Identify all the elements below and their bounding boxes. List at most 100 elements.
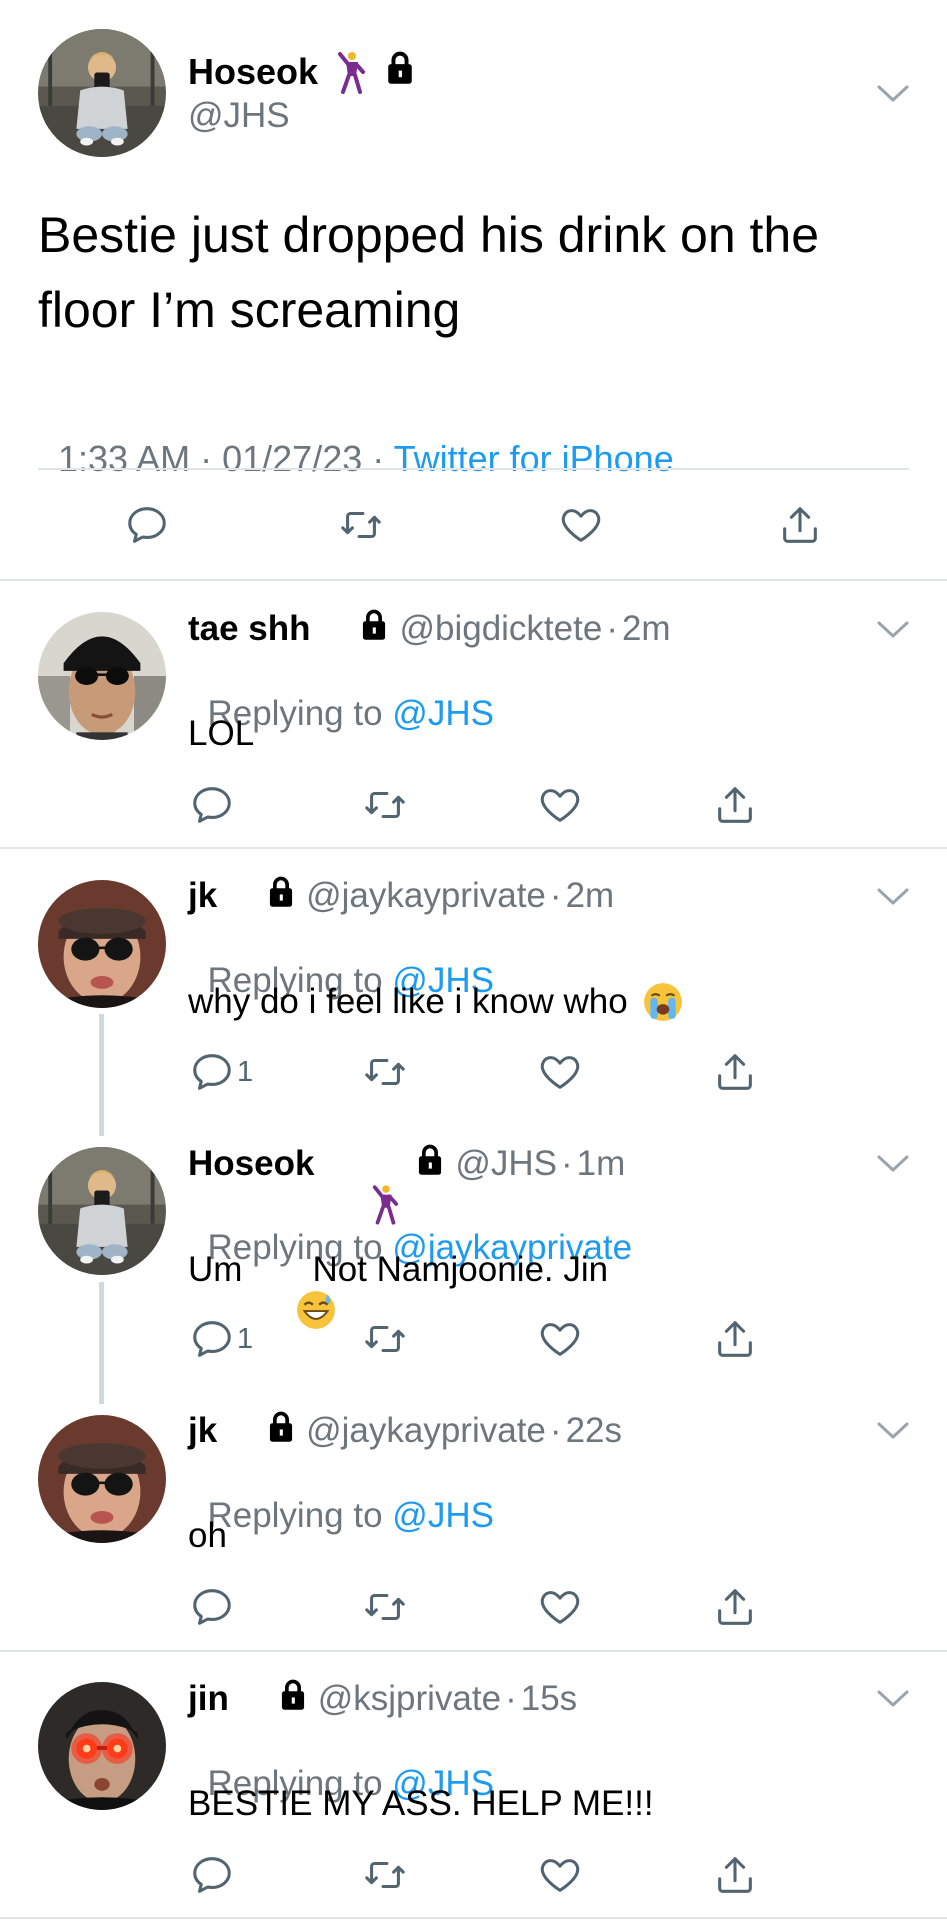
replying-to-link[interactable]: @JHS xyxy=(392,694,494,733)
reply-button[interactable]: 1 xyxy=(189,1314,253,1364)
chevron-down-icon[interactable] xyxy=(876,1154,910,1174)
retweet-icon xyxy=(365,791,405,819)
retweet-button[interactable] xyxy=(338,500,384,550)
reply-author-name[interactable]: tae shh xyxy=(188,609,311,649)
tweet-date[interactable]: 01/27/23 xyxy=(222,438,362,479)
share-button[interactable] xyxy=(712,1850,758,1900)
reply-button[interactable] xyxy=(189,1850,235,1900)
like-button[interactable] xyxy=(537,1047,583,1097)
lock-icon xyxy=(384,51,416,94)
heart-icon xyxy=(540,1591,580,1624)
retweet-icon xyxy=(365,1058,405,1086)
share-button[interactable] xyxy=(712,1047,758,1097)
reply-count: 1 xyxy=(237,1322,254,1355)
retweet-icon xyxy=(341,511,381,539)
reply-3-actions: 1 xyxy=(0,1314,947,1364)
reply-icon xyxy=(193,1321,231,1357)
replying-to-link[interactable]: @JHS xyxy=(392,1496,494,1535)
reply-author-name[interactable]: jk xyxy=(188,876,217,916)
chevron-down-icon[interactable] xyxy=(876,620,910,640)
chevron-down-icon[interactable] xyxy=(876,1421,910,1441)
chevron-down-icon[interactable] xyxy=(876,84,910,104)
tweet-divider xyxy=(0,1917,947,1919)
author-handle[interactable]: @JHS xyxy=(188,96,290,136)
avatar-jin[interactable] xyxy=(38,1682,166,1810)
tweet-source-link[interactable]: Twitter for iPhone xyxy=(394,438,674,479)
retweet-button[interactable] xyxy=(362,1047,408,1097)
heart-icon xyxy=(540,1859,580,1892)
reply-5-actions xyxy=(0,1850,947,1900)
reply-text: BESTIE MY ASS. HELP ME!!! xyxy=(188,1784,654,1823)
reply-text-content: why do i feel like i know who xyxy=(188,982,628,1021)
chevron-down-icon[interactable] xyxy=(876,1689,910,1709)
tweet-time[interactable]: 1:33 AM xyxy=(58,438,190,479)
reply-author-handle[interactable]: @JHS xyxy=(455,1144,557,1184)
share-button[interactable] xyxy=(712,1582,758,1632)
reply-1-header: tae shh @bigdicktete · 2m xyxy=(188,606,671,652)
avatar-jk[interactable] xyxy=(38,880,166,1008)
retweet-icon xyxy=(365,1593,405,1621)
reply-2-actions: 1 xyxy=(0,1047,947,1097)
avatar-hoseok[interactable] xyxy=(38,29,166,157)
reply-author-handle[interactable]: @jaykayprivate xyxy=(306,876,546,916)
share-button[interactable] xyxy=(712,1314,758,1364)
reply-time[interactable]: 15s xyxy=(521,1679,577,1719)
share-button[interactable] xyxy=(777,500,823,550)
reply-1-actions xyxy=(0,780,947,830)
retweet-button[interactable] xyxy=(362,1314,408,1364)
reply-author-handle[interactable]: @bigdicktete xyxy=(399,609,602,649)
avatar-hoseok[interactable] xyxy=(38,1147,166,1275)
retweet-button[interactable] xyxy=(362,1850,408,1900)
reply-author-handle[interactable]: @jaykayprivate xyxy=(306,1411,546,1451)
reply-button[interactable] xyxy=(189,1582,235,1632)
reply-time[interactable]: 2m xyxy=(566,876,615,916)
retweet-icon xyxy=(365,1861,405,1889)
like-button[interactable] xyxy=(537,1314,583,1364)
reply-button[interactable] xyxy=(189,780,235,830)
author-name[interactable]: Hoseok xyxy=(188,51,318,93)
reply-time[interactable]: 1m xyxy=(577,1144,626,1184)
retweet-button[interactable] xyxy=(362,1582,408,1632)
meta-separator: · xyxy=(190,438,223,479)
tweet-divider xyxy=(0,847,947,849)
heart-icon xyxy=(540,789,580,822)
reply-2-header: jk @jaykayprivate · 2m xyxy=(188,873,614,919)
like-button[interactable] xyxy=(537,780,583,830)
reply-text: oh xyxy=(188,1516,227,1555)
reply-icon xyxy=(193,1054,231,1090)
reply-author-name[interactable]: Hoseok xyxy=(188,1144,314,1184)
reply-icon xyxy=(128,507,166,543)
retweet-icon xyxy=(365,1325,405,1353)
avatar-jk[interactable] xyxy=(38,1415,166,1543)
dot-separator: · xyxy=(561,1144,573,1183)
chevron-down-icon[interactable] xyxy=(876,887,910,907)
reply-author-name[interactable]: jin xyxy=(188,1679,229,1719)
retweet-button[interactable] xyxy=(362,780,408,830)
reply-text: why do i feel like i know who xyxy=(188,981,684,1023)
dot-separator: · xyxy=(606,609,618,648)
grinning-sweat-emoji xyxy=(256,1249,336,1329)
reply-time[interactable]: 22s xyxy=(566,1411,622,1451)
reply-time[interactable]: 2m xyxy=(622,609,671,649)
reply-button[interactable]: 1 xyxy=(189,1047,253,1097)
share-button[interactable] xyxy=(712,780,758,830)
like-button[interactable] xyxy=(537,1850,583,1900)
reply-4-header: jk @jaykayprivate · 22s xyxy=(188,1408,622,1454)
reply-5-header: jin @ksjprivate · 15s xyxy=(188,1676,577,1722)
share-icon xyxy=(718,1857,752,1893)
like-button[interactable] xyxy=(558,500,604,550)
heart-icon xyxy=(540,1056,580,1089)
reply-icon xyxy=(193,1589,231,1625)
reply-author-name[interactable]: jk xyxy=(188,1411,217,1451)
avatar-tae[interactable] xyxy=(38,612,166,740)
reply-author-handle[interactable]: @ksjprivate xyxy=(318,1679,501,1719)
tweet-divider xyxy=(0,1650,947,1652)
share-icon xyxy=(718,787,752,823)
tweet-text-line-1: Bestie just dropped his drink on the xyxy=(38,207,820,263)
reply-text-start: Um xyxy=(188,1250,243,1289)
reply-button[interactable] xyxy=(124,500,170,550)
like-button[interactable] xyxy=(537,1582,583,1632)
meta-divider xyxy=(38,468,909,470)
share-icon xyxy=(718,1321,752,1357)
replying-to-line: Replying to @JHS xyxy=(188,1456,494,1536)
